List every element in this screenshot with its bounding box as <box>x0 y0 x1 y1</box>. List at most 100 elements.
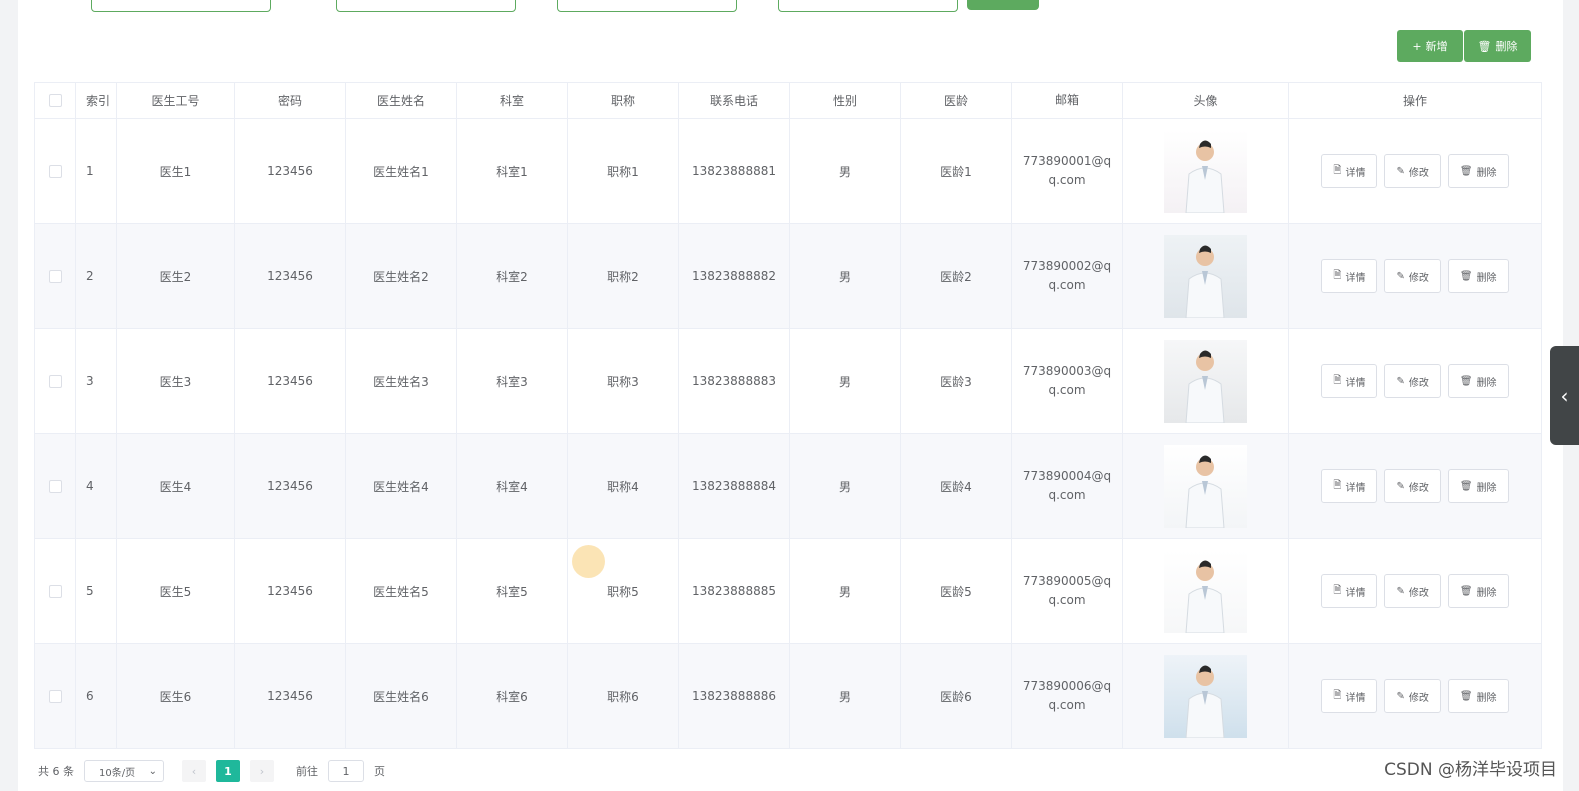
sex: 男 <box>790 644 901 748</box>
detail-button[interactable]: 🗎 详情 <box>1321 154 1378 188</box>
delete-button[interactable]: 🗑 删除 <box>1447 469 1509 503</box>
age: 医龄3 <box>901 329 1012 433</box>
document-icon: 🗎 <box>1333 689 1342 701</box>
phone: 13823888886 <box>679 644 790 748</box>
dept: 科室2 <box>457 224 568 328</box>
total-count: 共 6 条 <box>38 765 74 778</box>
age: 医龄1 <box>901 119 1012 223</box>
goto-page-input[interactable]: 1 <box>328 760 364 782</box>
detail-button[interactable]: 🗎 详情 <box>1321 364 1378 398</box>
row-index: 1 <box>76 119 117 223</box>
phone: 13823888883 <box>679 329 790 433</box>
detail-button[interactable]: 🗎 详情 <box>1321 259 1378 293</box>
row-checkbox-cell[interactable] <box>35 434 76 538</box>
title: 职称3 <box>568 329 679 433</box>
dept: 科室4 <box>457 434 568 538</box>
avatar <box>1164 549 1247 633</box>
cursor-highlight <box>572 545 605 578</box>
phone: 13823888884 <box>679 434 790 538</box>
trash-icon: 🗑 <box>1459 690 1473 702</box>
table-row: 4 医生4 123456 医生姓名4 科室4 职称4 13823888884 男医龄4 7738… <box>35 434 1541 539</box>
delete-button[interactable]: 🗑 删除 <box>1447 364 1509 398</box>
search-input-4[interactable] <box>778 0 958 12</box>
row-checkbox-cell[interactable] <box>35 119 76 223</box>
row-checkbox-cell[interactable] <box>35 224 76 328</box>
edit-button[interactable]: ✎ 修改 <box>1384 364 1441 398</box>
delete-button[interactable]: 🗑 删除 <box>1447 679 1509 713</box>
password: 123456 <box>235 329 346 433</box>
delete-button[interactable]: 🗑 删除 <box>1447 259 1509 293</box>
row-checkbox[interactable] <box>48 374 62 388</box>
edit-icon: ✎ <box>1396 690 1405 702</box>
detail-button[interactable]: 🗎 详情 <box>1321 679 1378 713</box>
plus-icon: + <box>1412 39 1422 53</box>
trash-icon: 🗑 <box>1477 39 1492 53</box>
document-icon: 🗎 <box>1333 164 1342 176</box>
phone: 13823888882 <box>679 224 790 328</box>
page-size-select[interactable]: 10条/页 ⌄ <box>84 760 164 782</box>
select-all-checkbox-cell[interactable] <box>35 83 76 118</box>
pagination: 共 6 条 10条/页 ⌄ ‹ 1 › 前往 1 页 <box>38 759 385 783</box>
table-row: 5 医生5 123456 医生姓名5 科室5 职称5 13823888885 男医龄5 7738… <box>35 539 1541 644</box>
row-checkbox-cell[interactable] <box>35 329 76 433</box>
avatar <box>1164 654 1247 738</box>
side-drawer-tab[interactable]: ‹ <box>1550 346 1579 445</box>
document-icon: 🗎 <box>1333 269 1342 281</box>
ops-cell: 🗎 详情 ✎ 修改 🗑 删除 <box>1289 119 1541 223</box>
delete-button[interactable]: 🗑 删除 <box>1447 574 1509 608</box>
edit-icon: ✎ <box>1396 375 1405 387</box>
sex: 男 <box>790 224 901 328</box>
row-index: 5 <box>76 539 117 643</box>
next-page-button[interactable]: › <box>250 760 274 782</box>
header-doctor-name: 医生姓名 <box>346 83 457 118</box>
row-index: 2 <box>76 224 117 328</box>
doctor-name: 医生姓名6 <box>346 644 457 748</box>
search-button[interactable] <box>967 0 1039 10</box>
doctor-no: 医生4 <box>117 434 235 538</box>
prev-page-button[interactable]: ‹ <box>182 760 206 782</box>
row-checkbox[interactable] <box>48 689 62 703</box>
detail-button[interactable]: 🗎 详情 <box>1321 469 1378 503</box>
page-number-current[interactable]: 1 <box>216 760 240 782</box>
age: 医龄6 <box>901 644 1012 748</box>
header-index: 索引 <box>76 83 117 118</box>
watermark: CSDN @杨洋毕设项目 <box>1384 760 1557 780</box>
edit-button[interactable]: ✎ 修改 <box>1384 574 1441 608</box>
password: 123456 <box>235 224 346 328</box>
ops-cell: 🗎 详情 ✎ 修改 🗑 删除 <box>1289 539 1541 643</box>
edit-icon: ✎ <box>1396 480 1405 492</box>
trash-icon: 🗑 <box>1459 585 1473 597</box>
row-checkbox[interactable] <box>48 584 62 598</box>
add-button[interactable]: + 新增 <box>1397 30 1463 62</box>
edit-button[interactable]: ✎ 修改 <box>1384 469 1441 503</box>
select-all-checkbox[interactable] <box>48 94 62 107</box>
doctor-no: 医生5 <box>117 539 235 643</box>
email: 773890002@qq.com <box>1012 224 1123 328</box>
row-checkbox[interactable] <box>48 164 62 178</box>
header-ops: 操作 <box>1402 94 1427 108</box>
row-checkbox[interactable] <box>48 479 62 493</box>
row-checkbox-cell[interactable] <box>35 644 76 748</box>
search-input-1[interactable] <box>91 0 271 12</box>
edit-button[interactable]: ✎ 修改 <box>1384 259 1441 293</box>
search-input-2[interactable] <box>336 0 516 12</box>
batch-delete-button[interactable]: 🗑 删除 <box>1464 30 1531 62</box>
row-checkbox[interactable] <box>48 269 62 283</box>
detail-button[interactable]: 🗎 详情 <box>1321 574 1378 608</box>
header-phone: 联系电话 <box>679 83 790 118</box>
table-row: 2 医生2 123456 医生姓名2 科室2 职称2 13823888882 男医龄2 7738… <box>35 224 1541 329</box>
chevron-right-icon: › <box>259 764 265 778</box>
age: 医龄4 <box>901 434 1012 538</box>
doctor-name: 医生姓名3 <box>346 329 457 433</box>
row-checkbox-cell[interactable] <box>35 539 76 643</box>
delete-button[interactable]: 🗑 删除 <box>1447 154 1509 188</box>
email: 773890005@qq.com <box>1012 539 1123 643</box>
doctor-name: 医生姓名1 <box>346 119 457 223</box>
edit-button[interactable]: ✎ 修改 <box>1384 154 1441 188</box>
title: 职称2 <box>568 224 679 328</box>
document-icon: 🗎 <box>1333 374 1342 386</box>
edit-button[interactable]: ✎ 修改 <box>1384 679 1441 713</box>
sex: 男 <box>790 434 901 538</box>
doctor-name: 医生姓名2 <box>346 224 457 328</box>
search-input-3[interactable] <box>557 0 737 12</box>
